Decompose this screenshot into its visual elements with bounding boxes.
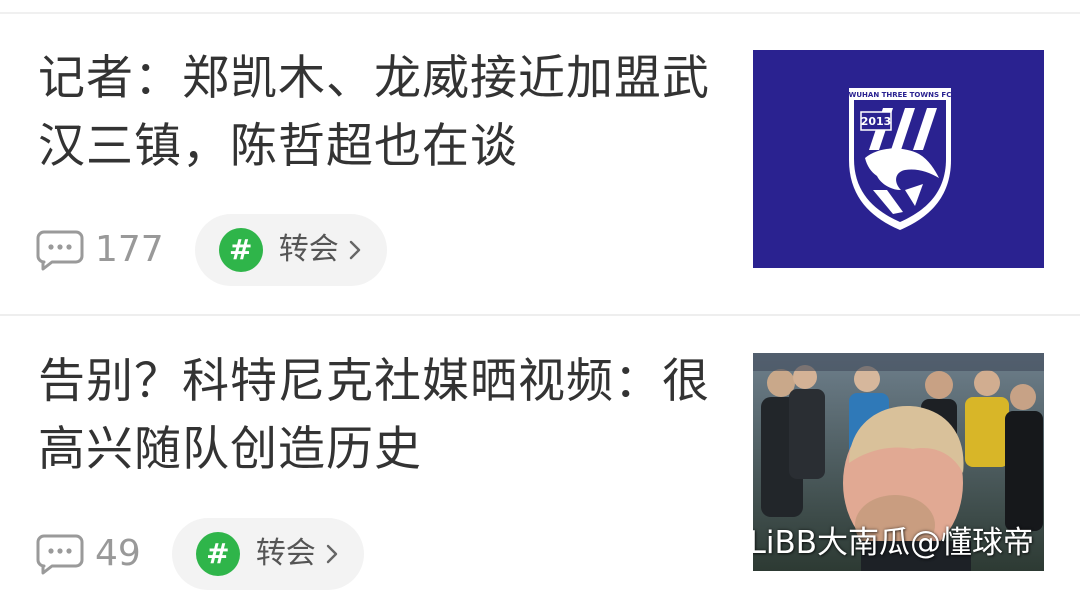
news-meta: 177 # 转会 <box>36 214 387 286</box>
hash-icon: # <box>195 532 240 576</box>
watermark: LiBB大南瓜@懂球帝 <box>753 525 1034 561</box>
news-feed: 记者：郑凯木、龙威接近加盟武汉三镇，陈哲超也在谈 177 # 转会 2013 W… <box>0 0 1080 612</box>
crest-year: 2013 <box>861 115 892 128</box>
news-thumbnail[interactable]: 2013 WUHAN THREE TOWNS FC <box>753 50 1044 268</box>
comment-count: 177 <box>95 229 164 270</box>
hash-icon: # <box>218 228 263 272</box>
comment-icon[interactable] <box>36 229 84 271</box>
tag-pill[interactable]: # 转会 <box>171 518 364 590</box>
news-title[interactable]: 记者：郑凯木、龙威接近加盟武汉三镇，陈哲超也在谈 <box>38 45 718 181</box>
chevron-right-icon <box>349 240 360 260</box>
news-title[interactable]: 告别？科特尼克社媒晒视频：很高兴随队创造历史 <box>38 348 718 484</box>
crest-text: WUHAN THREE TOWNS FC <box>849 91 952 99</box>
comment-count: 49 <box>95 533 141 574</box>
wuhan-three-towns-crest: 2013 WUHAN THREE TOWNS FC <box>849 88 952 230</box>
comment-icon[interactable] <box>36 533 84 575</box>
news-meta: 49 # 转会 <box>36 518 364 590</box>
news-card[interactable]: 记者：郑凯木、龙威接近加盟武汉三镇，陈哲超也在谈 177 # 转会 2013 W… <box>0 14 1080 314</box>
tag-label: 转会 <box>255 536 316 571</box>
tag-label: 转会 <box>278 232 339 267</box>
news-card[interactable]: 告别？科特尼克社媒晒视频：很高兴随队创造历史 49 # 转会 LiBB大南瓜@懂… <box>0 316 1080 612</box>
news-thumbnail[interactable]: LiBB大南瓜@懂球帝 <box>753 353 1044 571</box>
tag-pill[interactable]: # 转会 <box>194 214 387 286</box>
chevron-right-icon <box>326 544 338 564</box>
